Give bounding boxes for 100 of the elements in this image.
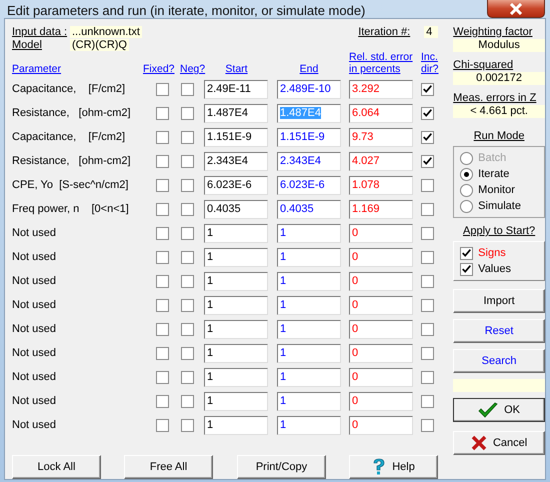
fixed-checkbox[interactable] <box>156 418 169 432</box>
fixed-header[interactable]: Fixed? <box>143 63 175 75</box>
error-field[interactable]: 0 <box>349 272 413 290</box>
fixed-checkbox[interactable] <box>156 298 169 312</box>
run-mode-radio[interactable]: Monitor <box>460 182 544 198</box>
neg-checkbox[interactable] <box>181 106 194 120</box>
inc-dir-checkbox[interactable] <box>421 274 434 288</box>
end-field[interactable]: 1 <box>277 296 341 314</box>
neg-checkbox[interactable] <box>181 418 194 432</box>
neg-checkbox[interactable] <box>181 130 194 144</box>
end-field[interactable]: 2.489E-10 <box>277 80 341 98</box>
error-field[interactable]: 0 <box>349 224 413 242</box>
start-header[interactable]: Start <box>225 63 248 75</box>
fixed-checkbox[interactable] <box>156 394 169 408</box>
start-field[interactable]: 1 <box>204 392 268 410</box>
error-field[interactable]: 4.027 <box>349 152 413 170</box>
start-field[interactable]: 1 <box>204 224 268 242</box>
start-field[interactable]: 1 <box>204 248 268 266</box>
parameter-header[interactable]: Parameter <box>12 63 62 75</box>
fixed-checkbox[interactable] <box>156 130 169 144</box>
search-button[interactable]: Search <box>453 349 545 373</box>
inc-dir-checkbox[interactable] <box>421 322 434 336</box>
apply-checkbox[interactable]: Signs <box>460 245 544 261</box>
error-field[interactable]: 0 <box>349 248 413 266</box>
start-field[interactable]: 1 <box>204 368 268 386</box>
end-field[interactable]: 1.151E-9 <box>277 128 341 146</box>
start-field[interactable]: 1 <box>204 296 268 314</box>
bottom-button[interactable]: Print/Copy <box>237 455 326 479</box>
neg-checkbox[interactable] <box>181 274 194 288</box>
error-field[interactable]: 3.292 <box>349 80 413 98</box>
neg-checkbox[interactable] <box>181 154 194 168</box>
fixed-checkbox[interactable] <box>156 106 169 120</box>
error-field[interactable]: 0 <box>349 392 413 410</box>
inc-dir-checkbox[interactable] <box>421 178 434 192</box>
end-field[interactable]: 6.023E-6 <box>277 176 341 194</box>
end-field[interactable]: 2.343E4 <box>277 152 341 170</box>
end-field[interactable]: 1 <box>277 320 341 338</box>
neg-checkbox[interactable] <box>181 394 194 408</box>
error-field[interactable]: 0 <box>349 368 413 386</box>
inc-dir-header[interactable]: Inc. dir? <box>421 51 439 75</box>
run-mode-radio[interactable]: Simulate <box>460 198 544 214</box>
bottom-button[interactable]: Lock All <box>12 455 101 479</box>
radio-circle[interactable] <box>460 184 474 196</box>
start-field[interactable]: 1 <box>204 272 268 290</box>
start-field[interactable]: 6.023E-6 <box>204 176 268 194</box>
neg-checkbox[interactable] <box>181 346 194 360</box>
end-field[interactable]: 1 <box>277 272 341 290</box>
neg-checkbox[interactable] <box>181 202 194 216</box>
inc-dir-checkbox[interactable] <box>421 226 434 240</box>
import-button[interactable]: Import <box>453 289 545 313</box>
error-field[interactable]: 0 <box>349 416 413 434</box>
start-field[interactable]: 0.4035 <box>204 200 268 218</box>
neg-checkbox[interactable] <box>181 322 194 336</box>
inc-dir-checkbox[interactable] <box>421 130 434 144</box>
fixed-checkbox[interactable] <box>156 250 169 264</box>
radio-circle[interactable] <box>460 200 474 212</box>
end-field[interactable]: 0.4035 <box>277 200 341 218</box>
run-mode-radio[interactable]: Iterate <box>460 166 544 182</box>
inc-dir-checkbox[interactable] <box>421 106 434 120</box>
fixed-checkbox[interactable] <box>156 82 169 96</box>
inc-dir-checkbox[interactable] <box>421 346 434 360</box>
reset-button[interactable]: Reset <box>453 319 545 343</box>
inc-dir-checkbox[interactable] <box>421 370 434 384</box>
neg-checkbox[interactable] <box>181 370 194 384</box>
end-field[interactable]: 1 <box>277 248 341 266</box>
fixed-checkbox[interactable] <box>156 370 169 384</box>
start-field[interactable]: 1 <box>204 344 268 362</box>
fixed-checkbox[interactable] <box>156 178 169 192</box>
neg-checkbox[interactable] <box>181 226 194 240</box>
cancel-button[interactable]: Cancel <box>453 431 545 455</box>
end-field[interactable]: 1 <box>277 344 341 362</box>
end-header[interactable]: End <box>300 63 318 75</box>
radio-circle[interactable] <box>460 168 474 180</box>
fixed-checkbox[interactable] <box>156 154 169 168</box>
neg-checkbox[interactable] <box>181 298 194 312</box>
bottom-button[interactable]: Help <box>349 455 438 479</box>
start-field[interactable]: 1 <box>204 320 268 338</box>
inc-dir-checkbox[interactable] <box>421 418 434 432</box>
fixed-checkbox[interactable] <box>156 346 169 360</box>
inc-dir-checkbox[interactable] <box>421 154 434 168</box>
fixed-checkbox[interactable] <box>156 322 169 336</box>
start-field[interactable]: 2.343E4 <box>204 152 268 170</box>
end-field[interactable]: 1 <box>277 368 341 386</box>
apply-checkbox[interactable]: Values <box>460 261 544 277</box>
start-field[interactable]: 1.151E-9 <box>204 128 268 146</box>
fixed-checkbox[interactable] <box>156 226 169 240</box>
fixed-checkbox[interactable] <box>156 274 169 288</box>
bottom-button[interactable]: Free All <box>124 455 213 479</box>
error-field[interactable]: 9.73 <box>349 128 413 146</box>
inc-dir-checkbox[interactable] <box>421 394 434 408</box>
neg-checkbox[interactable] <box>181 250 194 264</box>
error-field[interactable]: 0 <box>349 344 413 362</box>
start-field[interactable]: 2.49E-11 <box>204 80 268 98</box>
end-field[interactable]: 1 <box>277 224 341 242</box>
inc-dir-checkbox[interactable] <box>421 202 434 216</box>
inc-dir-checkbox[interactable] <box>421 250 434 264</box>
error-field[interactable]: 1.169 <box>349 200 413 218</box>
neg-checkbox[interactable] <box>181 82 194 96</box>
error-field[interactable]: 0 <box>349 296 413 314</box>
inc-dir-checkbox[interactable] <box>421 298 434 312</box>
